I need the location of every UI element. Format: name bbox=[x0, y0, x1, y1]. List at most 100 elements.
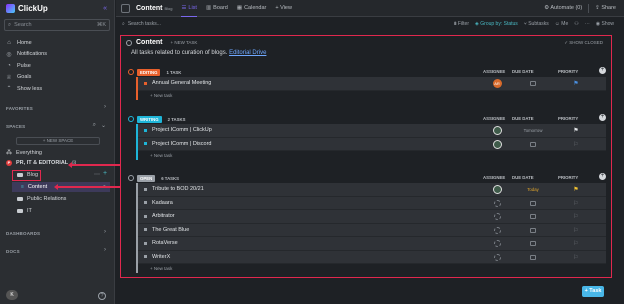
automate-button[interactable]: ⚙ Automate (0) bbox=[544, 5, 582, 11]
add-assignee-icon[interactable] bbox=[493, 199, 501, 207]
status-square-icon[interactable] bbox=[144, 142, 147, 146]
favorites-header[interactable]: FAVORITES bbox=[6, 106, 33, 111]
column-header-assignee[interactable]: ASSIGNEE bbox=[483, 116, 505, 121]
me-button[interactable]: ☺ Me bbox=[555, 21, 568, 27]
assignee-cell[interactable] bbox=[486, 197, 508, 211]
chevron-right-icon[interactable]: › bbox=[104, 229, 106, 235]
task-row[interactable]: Project IComm | ClickUp Tomorrow ⚑ bbox=[138, 124, 606, 138]
assignee-cell[interactable] bbox=[486, 124, 508, 138]
assignee-cell[interactable] bbox=[486, 224, 508, 238]
editorial-drive-link[interactable]: Editorial Drive bbox=[229, 50, 266, 56]
status-square-icon[interactable] bbox=[144, 214, 147, 218]
chevron-right-icon[interactable]: › bbox=[104, 104, 106, 110]
due-date-cell[interactable] bbox=[516, 77, 550, 91]
add-column-icon[interactable]: + bbox=[599, 173, 606, 180]
new-task-row[interactable]: + New task bbox=[138, 91, 606, 100]
task-name[interactable]: Project IComm | Discord bbox=[152, 141, 212, 147]
assignee-cell[interactable] bbox=[486, 210, 508, 224]
status-square-icon[interactable] bbox=[144, 128, 147, 132]
column-header-priority[interactable]: PRIORITY bbox=[558, 69, 578, 74]
sidebar-item-notifications[interactable]: ◎ Notifications bbox=[6, 49, 47, 61]
column-header-due-date[interactable]: DUE DATE bbox=[512, 175, 534, 180]
page-title[interactable]: Content bbox=[136, 5, 162, 12]
add-column-icon[interactable]: + bbox=[599, 114, 606, 121]
task-row[interactable]: WriterX ⚐ bbox=[138, 250, 606, 265]
task-row[interactable]: Tribute to BOD 20/21 Today ⚑ bbox=[138, 183, 606, 197]
status-square-icon[interactable] bbox=[144, 81, 147, 85]
priority-cell[interactable]: ⚐ bbox=[566, 197, 586, 211]
assignee-avatar-photo[interactable] bbox=[492, 126, 502, 136]
status-square-icon[interactable] bbox=[144, 228, 147, 232]
new-task-row[interactable]: + New task bbox=[138, 264, 606, 273]
subtasks-button[interactable]: ⑂ Subtasks bbox=[524, 21, 549, 27]
collapse-group-icon[interactable] bbox=[128, 69, 134, 75]
priority-cell[interactable]: ⚐ bbox=[566, 224, 586, 238]
sidebar-item-pulse[interactable]: ◔ Pulse bbox=[6, 60, 47, 72]
task-name[interactable]: Tribute to BOD 20/21 bbox=[152, 186, 204, 192]
add-assignee-icon[interactable] bbox=[493, 226, 501, 234]
column-header-assignee[interactable]: ASSIGNEE bbox=[483, 69, 505, 74]
add-view-button[interactable]: + View bbox=[275, 0, 292, 17]
due-date-cell[interactable] bbox=[516, 224, 550, 238]
assignees-icon[interactable]: ⚇ bbox=[574, 21, 578, 27]
logo[interactable]: ClickUp bbox=[6, 4, 48, 13]
due-date-cell[interactable]: Today bbox=[516, 183, 550, 197]
folder-blog[interactable]: Blog bbox=[17, 172, 38, 178]
status-square-icon[interactable] bbox=[144, 187, 147, 191]
tab-board[interactable]: ▥ Board bbox=[206, 0, 228, 17]
new-task-row[interactable]: + New task bbox=[138, 151, 606, 160]
status-badge[interactable]: EDITING bbox=[137, 68, 161, 76]
status-badge[interactable]: WRITING bbox=[137, 115, 162, 123]
task-row[interactable]: Annual General Meeting AR ⚑ bbox=[138, 77, 606, 91]
task-name[interactable]: Kadaara bbox=[152, 200, 173, 206]
space-pr-it-editorial[interactable]: P PR, IT & EDITORIAL ⊡ bbox=[6, 160, 76, 166]
assignee-cell[interactable] bbox=[486, 183, 508, 197]
filter-button[interactable]: ⩩ Filter bbox=[454, 21, 469, 27]
due-date-cell[interactable] bbox=[516, 210, 550, 224]
collapse-group-icon[interactable] bbox=[128, 116, 134, 122]
sidebar-item-goals[interactable]: ♕ Goals bbox=[6, 72, 47, 84]
more-icon[interactable]: ⋯ bbox=[585, 21, 590, 27]
sidebar-item-home[interactable]: ⌂ Home bbox=[6, 37, 47, 49]
add-column-icon[interactable]: + bbox=[599, 67, 606, 74]
new-space-button[interactable]: + NEW SPACE bbox=[16, 137, 100, 145]
add-icon[interactable]: + bbox=[103, 170, 107, 177]
task-name[interactable]: WriterX bbox=[152, 254, 170, 260]
priority-cell[interactable]: ⚑ bbox=[566, 77, 586, 91]
task-row[interactable]: Kadaara ⚐ bbox=[138, 196, 606, 211]
collapse-toggle-icon[interactable] bbox=[126, 39, 132, 46]
assignee-avatar[interactable]: AR bbox=[492, 79, 502, 89]
task-name[interactable]: Annual General Meeting bbox=[152, 80, 211, 86]
column-header-priority[interactable]: PRIORITY bbox=[558, 116, 578, 121]
collapse-sidebar-icon[interactable]: « bbox=[103, 5, 107, 12]
due-date-cell[interactable] bbox=[516, 197, 550, 211]
task-name[interactable]: RotaVerse bbox=[152, 240, 178, 246]
priority-cell[interactable]: ⚐ bbox=[566, 138, 586, 152]
task-name[interactable]: Project IComm | ClickUp bbox=[152, 127, 212, 133]
assignee-cell[interactable] bbox=[486, 138, 508, 152]
user-avatar[interactable]: K bbox=[6, 290, 18, 300]
show-closed-button[interactable]: ✓ SHOW CLOSED bbox=[564, 40, 603, 46]
sidebar-item-show-less[interactable]: ⌃ Show less bbox=[6, 83, 47, 95]
sidebar-item-everything[interactable]: ⁂ Everything bbox=[6, 149, 42, 157]
due-date-cell[interactable] bbox=[516, 138, 550, 152]
add-assignee-icon[interactable] bbox=[493, 213, 501, 221]
group-by-button[interactable]: ◈ Group by: Status bbox=[475, 21, 518, 27]
task-row[interactable]: Project IComm | Discord ⚐ bbox=[138, 137, 606, 152]
status-square-icon[interactable] bbox=[144, 255, 147, 259]
page-breadcrumb[interactable]: Blog bbox=[164, 6, 172, 11]
chevron-right-icon[interactable]: › bbox=[104, 247, 106, 253]
search-icon[interactable]: ⌕ bbox=[93, 122, 96, 129]
task-name[interactable]: Arbitrator bbox=[152, 213, 175, 219]
chevron-down-icon[interactable]: ⌄ bbox=[101, 122, 106, 129]
assignee-avatar-photo[interactable] bbox=[492, 139, 502, 149]
task-row[interactable]: Arbitrator ⚐ bbox=[138, 210, 606, 224]
add-task-button[interactable]: + Task bbox=[582, 286, 604, 297]
tab-list[interactable]: ☰ List bbox=[181, 0, 197, 17]
tab-calendar[interactable]: ▦ Calendar bbox=[237, 0, 267, 17]
status-square-icon[interactable] bbox=[144, 241, 147, 245]
due-date-cell[interactable] bbox=[516, 251, 550, 265]
column-header-due-date[interactable]: DUE DATE bbox=[512, 116, 534, 121]
list-settings-icon[interactable] bbox=[121, 3, 130, 13]
share-button[interactable]: ⇪ Share bbox=[595, 5, 616, 11]
